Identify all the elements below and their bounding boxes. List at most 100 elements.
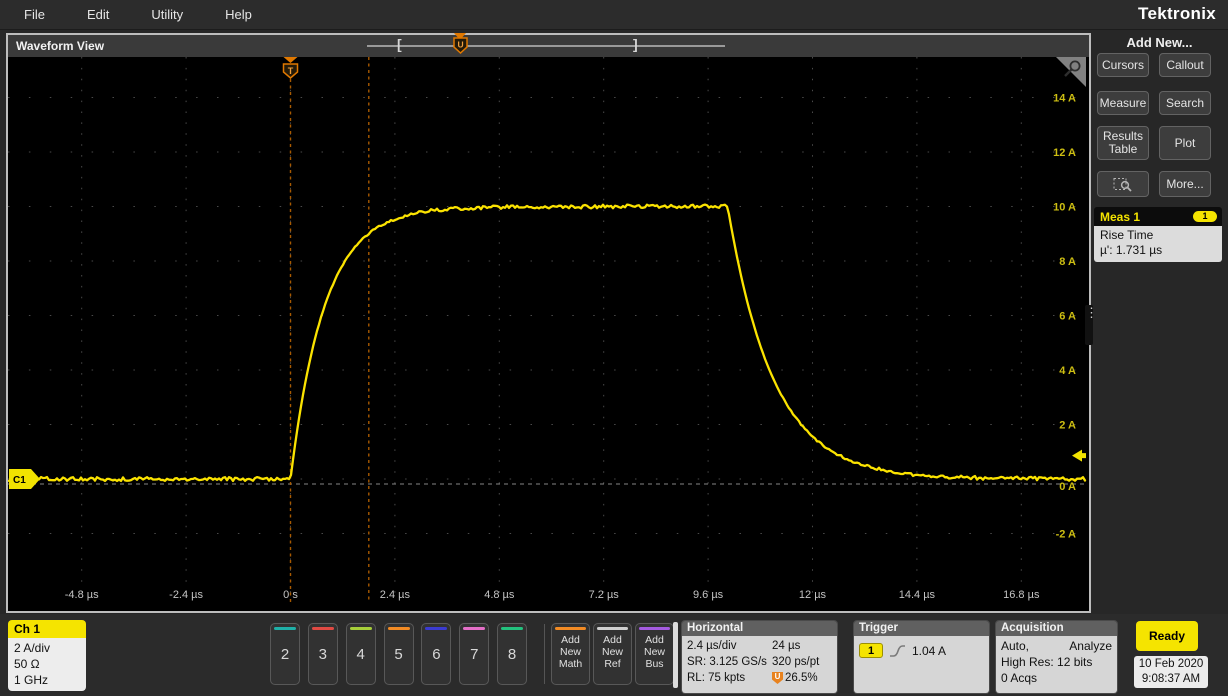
trigger-marker-triangle-icon[interactable] <box>283 57 298 63</box>
expansion-point-icon: U <box>772 672 783 684</box>
x-axis-label: 0 s <box>283 589 298 601</box>
channel-button-6[interactable]: 6 <box>421 623 452 685</box>
channel-button-7[interactable]: 7 <box>459 623 490 685</box>
trigger-level-value: 1.04 A <box>912 643 947 658</box>
zoom-corner[interactable] <box>1056 57 1086 87</box>
add-new-ref-button[interactable]: Add New Ref <box>593 623 632 685</box>
menu-item-file[interactable]: File <box>18 7 51 22</box>
horizontal-setting: 2.4 µs/div <box>687 640 737 652</box>
horizontal-setting: 24 µs <box>772 640 801 652</box>
callout-button[interactable]: Callout <box>1159 53 1211 77</box>
channel-button-label: 7 <box>470 646 479 663</box>
x-axis-label: 7.2 µs <box>589 589 620 601</box>
badge-color-stripe <box>597 627 628 630</box>
trigger-flag-label: T <box>288 66 294 76</box>
channel-1-setting: 1 GHz <box>14 673 49 687</box>
add-new-badge-label: Add New Bus <box>643 634 665 670</box>
horizontal-setting: 26.5% <box>785 672 818 684</box>
channel-1-setting: 2 A/div <box>14 641 51 655</box>
results-table-button[interactable]: Results Table <box>1097 126 1149 160</box>
menu-item-edit[interactable]: Edit <box>81 7 115 22</box>
menu-items: File Edit Utility Help <box>0 7 258 22</box>
date-value: 10 Feb 2020 <box>1138 658 1204 670</box>
x-axis-label: -4.8 µs <box>65 589 99 601</box>
measure-button[interactable]: Measure <box>1097 91 1149 115</box>
horizontal-setting: 320 ps/pt <box>772 656 820 668</box>
y-axis-label: 0 A <box>1059 481 1076 493</box>
waveform-view-panel: Waveform View [ ] U -4.8 µs -2.4 µs 0 s 2.4… <box>6 33 1098 613</box>
ch1-waveform-trace <box>8 203 1087 483</box>
horizontal-panel[interactable]: Horizontal 2.4 µs/div 24 µs SR: 3.125 GS/s… <box>681 620 838 694</box>
add-new-title: Add New... <box>1126 35 1193 50</box>
horizontal-panel-body: 2.4 µs/div 24 µs SR: 3.125 GS/s 320 ps/pt RL… <box>682 636 837 693</box>
channel-button-5[interactable]: 5 <box>383 623 414 685</box>
trigger-panel[interactable]: Trigger 1 1.04 A <box>853 620 990 694</box>
more-button[interactable]: More... <box>1159 171 1211 197</box>
x-axis-label: 14.4 µs <box>899 589 936 601</box>
channel-color-stripe <box>501 627 524 630</box>
channel-button-label: 2 <box>280 646 290 663</box>
add-new-badge-label: Add New Math <box>558 634 583 670</box>
channel-button-4[interactable]: 4 <box>345 623 376 685</box>
measurement-badge[interactable]: Meas 1 1 Rise Time µ': 1.731 µs <box>1094 207 1222 262</box>
measurement-name: Rise Time <box>1100 228 1154 242</box>
channel-color-stripe <box>463 627 486 630</box>
acquisition-count: 0 Acqs <box>1001 671 1038 685</box>
zoom-region-button[interactable] <box>1097 171 1149 197</box>
horizontal-overview-bar[interactable] <box>367 45 725 47</box>
badge-scroll-handle[interactable] <box>673 622 678 688</box>
svg-text:U: U <box>458 40 464 50</box>
measurement-value: µ': 1.731 µs <box>1100 243 1163 257</box>
channel-1-settings: 2 A/div 50 Ω 1 GHz <box>8 638 86 691</box>
channel-1-reference-label: C1 <box>13 475 26 486</box>
measurement-badge-header: Meas 1 1 <box>1094 207 1222 226</box>
y-axis-label: 14 A <box>1053 93 1076 105</box>
add-new-bus-button[interactable]: Add New Bus <box>635 623 674 685</box>
plot-button[interactable]: Plot <box>1159 126 1211 160</box>
x-axis-label: 16.8 µs <box>1003 589 1040 601</box>
acquisition-analyze: Analyze <box>1069 639 1112 653</box>
waveform-view-header: Waveform View [ ] U <box>8 33 1089 57</box>
add-new-math-button[interactable]: Add New Math <box>551 623 590 685</box>
waveform-view-title: Waveform View <box>16 39 105 53</box>
search-button[interactable]: Search <box>1159 91 1211 115</box>
channel-color-stripe <box>274 627 296 630</box>
acquisition-panel[interactable]: Acquisition Auto, Analyze High Res: 12 b… <box>995 620 1118 694</box>
acquisition-panel-title: Acquisition <box>996 621 1117 636</box>
measurement-badge-body: Rise Time µ': 1.731 µs <box>1094 226 1222 262</box>
datetime-display: 10 Feb 2020 9:08:37 AM <box>1134 656 1208 688</box>
cursors-button[interactable]: Cursors <box>1097 53 1149 77</box>
channel-button-label: 6 <box>432 646 441 663</box>
measurement-source-badge: 1 <box>1193 211 1217 222</box>
rising-edge-icon <box>890 644 905 657</box>
horizontal-panel-title: Horizontal <box>682 621 837 636</box>
y-axis-label: -2 A <box>1056 529 1076 541</box>
channel-button-label: 3 <box>318 646 328 663</box>
overview-right-bracket[interactable]: ] <box>633 36 638 52</box>
expansion-point-flag-icon[interactable]: U <box>452 37 470 55</box>
channel-button-2[interactable]: 2 <box>270 623 300 685</box>
ready-status-badge: Ready <box>1136 621 1198 651</box>
overview-left-bracket[interactable]: [ <box>397 36 402 52</box>
channel-1-setting: 50 Ω <box>14 657 40 671</box>
channel-button-label: 4 <box>356 646 365 663</box>
divider <box>544 624 545 684</box>
channel-button-3[interactable]: 3 <box>307 623 338 685</box>
acquisition-resolution: High Res: 12 bits <box>1001 655 1093 669</box>
add-new-badge-label: Add New Ref <box>601 634 623 670</box>
channel-color-stripe <box>425 627 448 630</box>
channel-color-stripe <box>387 627 410 630</box>
y-axis-label: 6 A <box>1059 311 1076 323</box>
magnifier-handle-icon <box>1064 68 1073 77</box>
channel-1-badge[interactable]: Ch 1 2 A/div 50 Ω 1 GHz <box>8 620 86 691</box>
channel-button-8[interactable]: 8 <box>497 623 528 685</box>
menu-item-utility[interactable]: Utility <box>145 7 189 22</box>
x-axis-label: -2.4 µs <box>169 589 203 601</box>
menu-item-help[interactable]: Help <box>219 7 258 22</box>
tektronix-logo: Tektronix <box>1138 4 1216 23</box>
right-controls-panel: Add New... Cursors Callout Measure Search Re… <box>1091 30 1228 696</box>
trigger-level-arrow-icon[interactable] <box>1072 449 1086 462</box>
channel-color-stripe <box>311 627 334 630</box>
badge-color-stripe <box>639 627 670 630</box>
trigger-panel-title: Trigger <box>854 621 989 636</box>
